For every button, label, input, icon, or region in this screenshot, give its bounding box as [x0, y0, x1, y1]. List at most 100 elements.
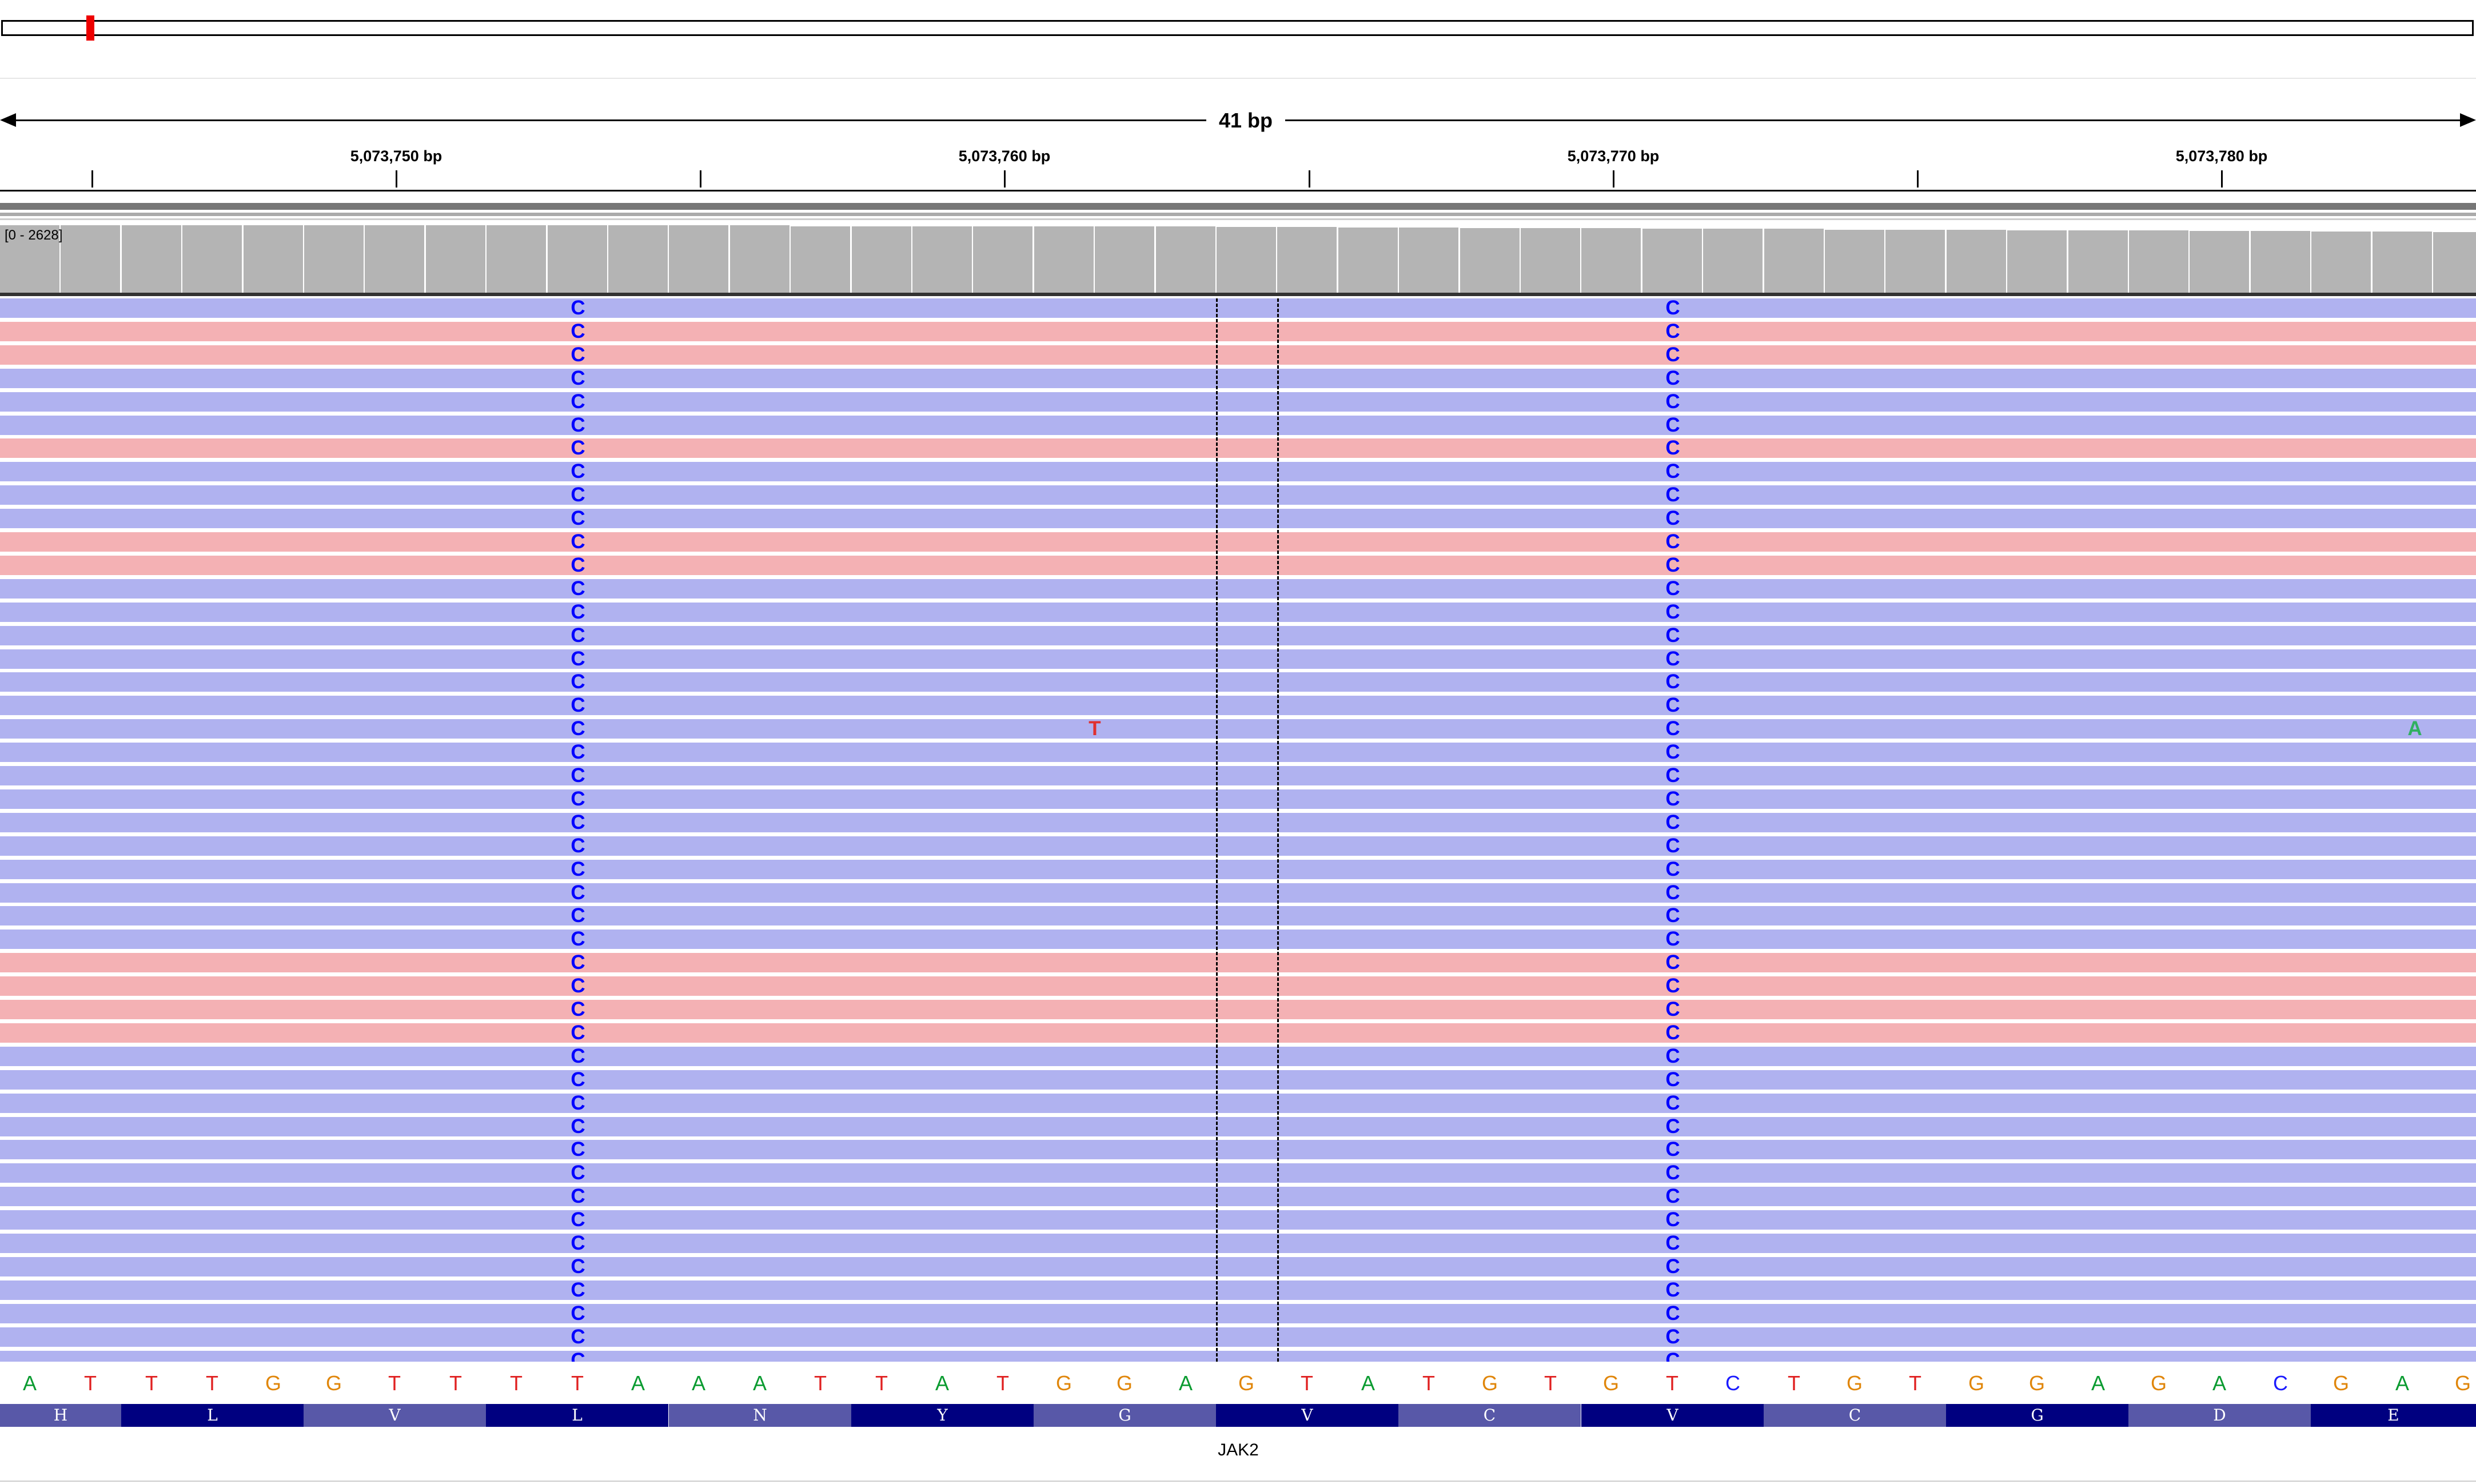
- forward-read[interactable]: CC: [0, 789, 2476, 809]
- forward-read[interactable]: CC: [0, 1163, 2476, 1183]
- forward-read[interactable]: CC: [0, 298, 2476, 318]
- forward-read[interactable]: CC: [0, 1093, 2476, 1113]
- forward-read[interactable]: CC: [0, 1233, 2476, 1253]
- reverse-read[interactable]: CC: [0, 321, 2476, 341]
- reverse-read[interactable]: CC: [0, 1023, 2476, 1043]
- mismatch-base: C: [571, 1279, 585, 1301]
- amino-acid: V: [304, 1404, 486, 1427]
- coverage-bar[interactable]: [1947, 230, 2007, 293]
- forward-read[interactable]: CC: [0, 625, 2476, 645]
- coverage-bar[interactable]: [2068, 230, 2129, 293]
- coverage-bar[interactable]: [1034, 226, 1095, 293]
- forward-read[interactable]: CC: [0, 485, 2476, 505]
- forward-read[interactable]: CC: [0, 602, 2476, 622]
- coverage-bar[interactable]: [487, 225, 547, 293]
- forward-read[interactable]: CC: [0, 392, 2476, 412]
- forward-read[interactable]: CC: [0, 929, 2476, 949]
- forward-read[interactable]: CC: [0, 1046, 2476, 1066]
- coverage-bar[interactable]: [912, 226, 973, 293]
- gene-name-label[interactable]: JAK2: [1218, 1441, 1259, 1460]
- coverage-bar[interactable]: [304, 225, 365, 293]
- coverage-bar[interactable]: [1703, 229, 1764, 293]
- reverse-read[interactable]: CC: [0, 438, 2476, 458]
- reverse-read[interactable]: CC: [0, 952, 2476, 972]
- coverage-bar[interactable]: [2129, 230, 2190, 293]
- coverage-bar[interactable]: [2190, 231, 2250, 293]
- forward-read[interactable]: CC: [0, 812, 2476, 832]
- coverage-bar[interactable]: [2251, 231, 2311, 293]
- forward-read[interactable]: CC: [0, 1256, 2476, 1276]
- reverse-read[interactable]: CC: [0, 345, 2476, 365]
- coverage-bar[interactable]: [608, 225, 669, 293]
- coverage-bar[interactable]: [1338, 228, 1399, 293]
- reverse-read[interactable]: CC: [0, 554, 2476, 576]
- coverage-bar[interactable]: [791, 226, 851, 293]
- coverage-bar[interactable]: [669, 225, 729, 293]
- major-tick: [1004, 170, 1006, 188]
- forward-read[interactable]: CC: [0, 1139, 2476, 1159]
- coverage-bar[interactable]: [1825, 230, 1885, 293]
- forward-read[interactable]: CC: [0, 461, 2476, 481]
- coverage-bar[interactable]: [426, 225, 487, 293]
- reverse-read[interactable]: CC: [0, 976, 2476, 996]
- coverage-track[interactable]: [0 - 2628]: [0, 223, 2476, 296]
- reference-sequence-track[interactable]: ATTTGGTTTTAAATTATGGAGTATGTGTCTGTGGAGACGA…: [0, 1367, 2476, 1399]
- coverage-bar[interactable]: [365, 225, 425, 293]
- coverage-bar[interactable]: [2433, 232, 2476, 293]
- coverage-bar[interactable]: [973, 226, 1034, 293]
- mismatch-base: C: [1665, 554, 1680, 576]
- coverage-bar[interactable]: [852, 226, 912, 293]
- ideogram-frame[interactable]: [1, 20, 2474, 36]
- coverage-bar[interactable]: [1217, 227, 1277, 293]
- coverage-bar[interactable]: [548, 225, 608, 293]
- forward-read[interactable]: CC: [0, 649, 2476, 669]
- forward-read[interactable]: CC: [0, 1350, 2476, 1362]
- forward-read[interactable]: CC: [0, 1186, 2476, 1206]
- coverage-bar[interactable]: [1521, 228, 1581, 293]
- forward-read[interactable]: CC: [0, 742, 2476, 762]
- coverage-bar[interactable]: [1095, 226, 1155, 293]
- coverage-bar[interactable]: [2311, 232, 2372, 293]
- coverage-bar[interactable]: [1581, 228, 1642, 293]
- coverage-bar[interactable]: [1764, 229, 1825, 293]
- coverage-bar[interactable]: [2373, 232, 2433, 293]
- forward-read[interactable]: CC: [0, 1210, 2476, 1230]
- forward-read[interactable]: CC: [0, 508, 2476, 528]
- coverage-bar[interactable]: [2007, 230, 2068, 293]
- coverage-bar[interactable]: [730, 225, 791, 293]
- forward-read[interactable]: CC: [0, 1327, 2476, 1347]
- alignment-reads-track[interactable]: CCCCCCCCCCCCCCCCCCCCCCCCCCCCCCCCCCCCCCCC…: [0, 298, 2476, 1362]
- coverage-bar[interactable]: [1642, 229, 1703, 293]
- forward-read[interactable]: CC: [0, 883, 2476, 903]
- coverage-bar[interactable]: [61, 225, 121, 293]
- forward-read[interactable]: CC: [0, 765, 2476, 785]
- chromosome-ideogram[interactable]: [0, 0, 2476, 80]
- coverage-bar[interactable]: [1460, 228, 1521, 293]
- forward-read[interactable]: CC: [0, 579, 2476, 599]
- coverage-bar[interactable]: [1885, 230, 1946, 293]
- forward-read[interactable]: CC: [0, 1116, 2476, 1136]
- forward-read[interactable]: CC: [0, 415, 2476, 435]
- coverage-bar[interactable]: [182, 225, 243, 293]
- forward-read[interactable]: CC: [0, 905, 2476, 925]
- current-region-marker[interactable]: [86, 15, 94, 41]
- forward-read[interactable]: CC: [0, 859, 2476, 879]
- reverse-read[interactable]: CC: [0, 532, 2476, 552]
- reference-base: A: [1361, 1371, 1375, 1395]
- coverage-bar[interactable]: [1156, 226, 1217, 293]
- forward-read[interactable]: CC: [0, 1070, 2476, 1090]
- reverse-read[interactable]: CC: [0, 999, 2476, 1019]
- reference-base: T: [206, 1371, 218, 1395]
- forward-read[interactable]: CC: [0, 695, 2476, 715]
- coverage-bar[interactable]: [1277, 227, 1338, 293]
- forward-read[interactable]: CCTA: [0, 719, 2476, 739]
- coverage-bar[interactable]: [244, 225, 304, 293]
- coverage-bar[interactable]: [1399, 228, 1460, 293]
- forward-read[interactable]: CC: [0, 368, 2476, 388]
- amino-acid-track[interactable]: HLVLNYGVCVCGDE: [0, 1404, 2476, 1427]
- forward-read[interactable]: CC: [0, 1303, 2476, 1323]
- coverage-bar[interactable]: [122, 225, 182, 293]
- forward-read[interactable]: CC: [0, 1280, 2476, 1300]
- forward-read[interactable]: CC: [0, 672, 2476, 692]
- forward-read[interactable]: CC: [0, 836, 2476, 856]
